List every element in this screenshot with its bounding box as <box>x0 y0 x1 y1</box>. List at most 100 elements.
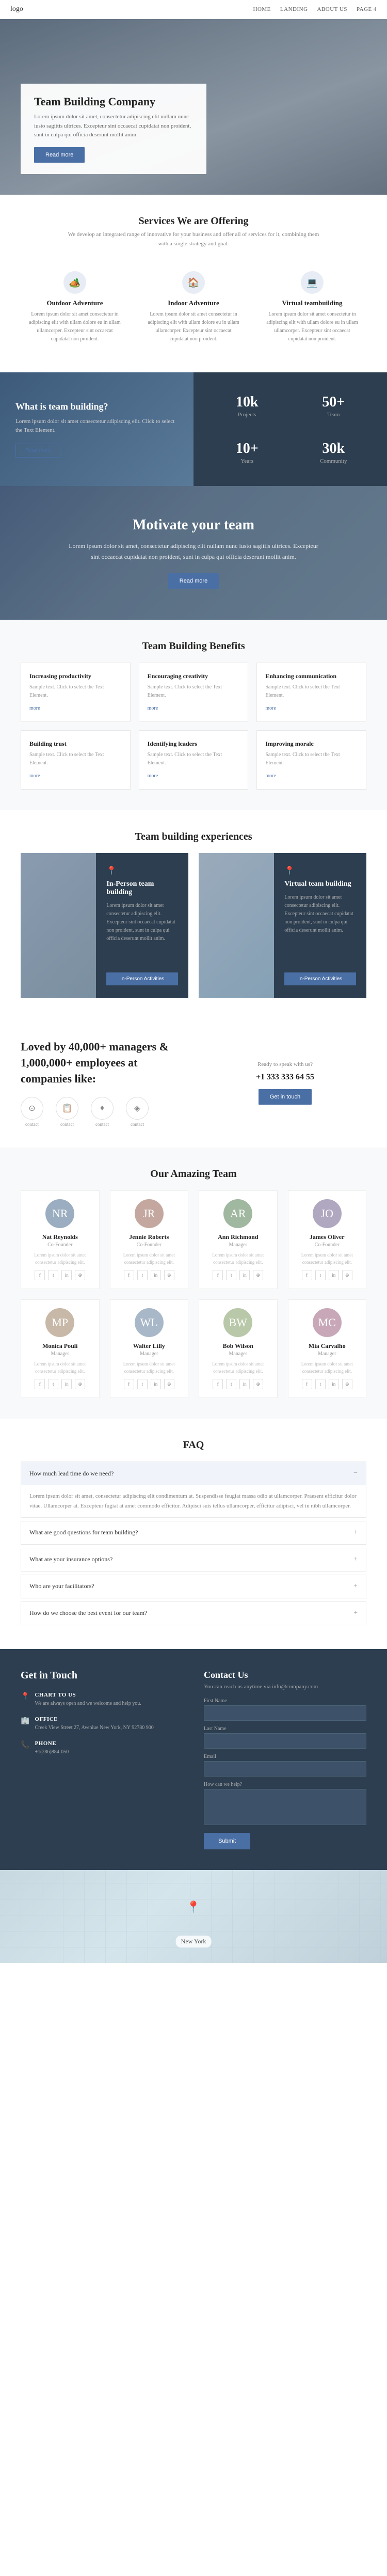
social-icon-5-3[interactable]: ⊕ <box>164 1379 174 1389</box>
team-name-6: Bob Wilson <box>205 1342 271 1350</box>
social-icon-1-2[interactable]: in <box>151 1270 161 1280</box>
motivate-button[interactable]: Read more <box>168 573 219 589</box>
social-icon-2-1[interactable]: t <box>226 1270 236 1280</box>
benefit-desc-0: Sample text. Click to select the Text El… <box>29 683 122 700</box>
submit-button[interactable]: Submit <box>204 1833 250 1849</box>
company-label-2: contact <box>95 1122 109 1127</box>
social-icon-0-3[interactable]: ⊕ <box>75 1270 85 1280</box>
faq-toggle-0: − <box>353 1469 358 1478</box>
team-name-0: Nat Reynolds <box>27 1233 93 1241</box>
social-icon-3-0[interactable]: f <box>302 1270 312 1280</box>
benefit-more-4[interactable]: more <box>148 773 158 779</box>
benefit-more-3[interactable]: more <box>29 773 40 779</box>
benefit-card-4: Identifying leadersSample text. Click to… <box>139 730 249 790</box>
social-icon-1-1[interactable]: t <box>137 1270 148 1280</box>
social-icon-4-2[interactable]: in <box>61 1379 72 1389</box>
loved-cta-label: Ready to speak with us? <box>204 1061 366 1067</box>
benefit-more-1[interactable]: more <box>148 705 158 711</box>
social-icon-7-0[interactable]: f <box>302 1379 312 1389</box>
faq-item-3: Who are your facilitators? + Lorem ipsum… <box>21 1575 366 1598</box>
nav-landing[interactable]: LANDING <box>280 6 308 12</box>
benefit-title-3: Building trust <box>29 740 122 748</box>
social-icon-7-1[interactable]: t <box>315 1379 326 1389</box>
social-icon-7-3[interactable]: ⊕ <box>342 1379 352 1389</box>
social-icon-7-2[interactable]: in <box>329 1379 339 1389</box>
social-icon-6-0[interactable]: f <box>213 1379 223 1389</box>
social-icon-0-2[interactable]: in <box>61 1270 72 1280</box>
loved-title: Loved by 40,000+ managers & 1,000,000+ e… <box>21 1039 183 1087</box>
faq-question-1[interactable]: What are good questions for team buildin… <box>21 1521 366 1544</box>
contact-info-heading-2: PHONE <box>35 1740 69 1747</box>
social-icon-6-2[interactable]: in <box>239 1379 250 1389</box>
benefit-card-0: Increasing productivitySample text. Clic… <box>21 663 131 722</box>
faq-question-3[interactable]: Who are your facilitators? + <box>21 1575 366 1598</box>
social-icon-4-3[interactable]: ⊕ <box>75 1379 85 1389</box>
nav-about[interactable]: ABOUT US <box>317 6 348 12</box>
nav-home[interactable]: HOME <box>253 6 271 12</box>
last-name-label: Last Name <box>204 1726 366 1732</box>
social-icon-2-0[interactable]: f <box>213 1270 223 1280</box>
team-avatar-1: JR <box>135 1199 164 1228</box>
stats-button[interactable]: Read more <box>15 444 60 458</box>
hero-cta-button[interactable]: Read more <box>34 147 85 163</box>
faq-question-4[interactable]: How do we choose the best event for our … <box>21 1602 366 1625</box>
social-icon-4-1[interactable]: t <box>48 1379 58 1389</box>
email-input[interactable] <box>204 1761 366 1777</box>
first-name-input[interactable] <box>204 1705 366 1721</box>
social-icon-3-2[interactable]: in <box>329 1270 339 1280</box>
contact-info-icon-2: 📞 <box>21 1741 29 1750</box>
loved-button[interactable]: Get in touch <box>259 1089 312 1105</box>
social-icon-2-3[interactable]: ⊕ <box>253 1270 263 1280</box>
last-name-input[interactable] <box>204 1733 366 1749</box>
social-icon-4-0[interactable]: f <box>35 1379 45 1389</box>
email-label: Email <box>204 1754 366 1760</box>
exp-content-1: 📍 Virtual team building Lorem ipsum dolo… <box>274 853 366 998</box>
nav-page4[interactable]: PAGE 4 <box>357 6 377 12</box>
motivate-description: Lorem ipsum dolor sit amet, consectetur … <box>64 541 322 562</box>
message-input[interactable] <box>204 1789 366 1825</box>
exp-button-1[interactable]: In-Person Activities <box>284 972 356 985</box>
benefit-more-5[interactable]: more <box>265 773 276 779</box>
team-card-0: NR Nat Reynolds Co-Founder Lorem ipsum d… <box>21 1190 100 1289</box>
contact-right-title: Contact Us <box>204 1670 366 1680</box>
social-icon-6-1[interactable]: t <box>226 1379 236 1389</box>
stats-title: What is team building? <box>15 401 178 412</box>
social-icon-2-2[interactable]: in <box>239 1270 250 1280</box>
services-section: Services We are Offering We develop an i… <box>0 195 387 372</box>
social-icons-4: ftin⊕ <box>27 1379 93 1389</box>
benefit-more-0[interactable]: more <box>29 705 40 711</box>
stats-description: Lorem ipsum dolor sit amet consectetur a… <box>15 417 178 435</box>
motivate-section: Motivate your team Lorem ipsum dolor sit… <box>0 486 387 620</box>
team-role-0: Co-Founder <box>27 1242 93 1248</box>
social-icons-6: ftin⊕ <box>205 1379 271 1389</box>
social-icon-5-2[interactable]: in <box>151 1379 161 1389</box>
faq-question-text-0: How much lead time do we need? <box>29 1470 114 1478</box>
social-icon-0-0[interactable]: f <box>35 1270 45 1280</box>
company-label-1: contact <box>60 1122 74 1127</box>
stat-num-1: 50+ <box>296 394 372 411</box>
faq-question-2[interactable]: What are your insurance options? + <box>21 1548 366 1571</box>
team-role-1: Co-Founder <box>117 1242 182 1248</box>
social-icon-1-3[interactable]: ⊕ <box>164 1270 174 1280</box>
contact-info-text-2: +1(286)884-050 <box>35 1748 69 1756</box>
company-icon-item-0: ⊙contact <box>21 1097 43 1127</box>
loved-right: Ready to speak with us? +1 333 333 64 55… <box>204 1061 366 1105</box>
faq-question-text-3: Who are your facilitators? <box>29 1582 94 1590</box>
faq-question-text-2: What are your insurance options? <box>29 1556 112 1563</box>
service-title-2: Virtual teambuilding <box>264 299 360 307</box>
map-section: 📍 New York <box>0 1870 387 1963</box>
social-icon-3-3[interactable]: ⊕ <box>342 1270 352 1280</box>
social-icon-5-1[interactable]: t <box>137 1379 148 1389</box>
faq-question-0[interactable]: How much lead time do we need? − <box>21 1462 366 1485</box>
social-icon-6-3[interactable]: ⊕ <box>253 1379 263 1389</box>
benefit-more-2[interactable]: more <box>265 705 276 711</box>
social-icon-0-1[interactable]: t <box>48 1270 58 1280</box>
faq-item-1: What are good questions for team buildin… <box>21 1521 366 1545</box>
team-role-4: Manager <box>27 1351 93 1357</box>
faq-toggle-2: + <box>353 1556 358 1564</box>
exp-button-0[interactable]: In-Person Activities <box>106 972 178 985</box>
social-icon-1-0[interactable]: f <box>124 1270 134 1280</box>
social-icon-5-0[interactable]: f <box>124 1379 134 1389</box>
social-icon-3-1[interactable]: t <box>315 1270 326 1280</box>
team-card-1: JR Jennie Roberts Co-Founder Lorem ipsum… <box>110 1190 189 1289</box>
